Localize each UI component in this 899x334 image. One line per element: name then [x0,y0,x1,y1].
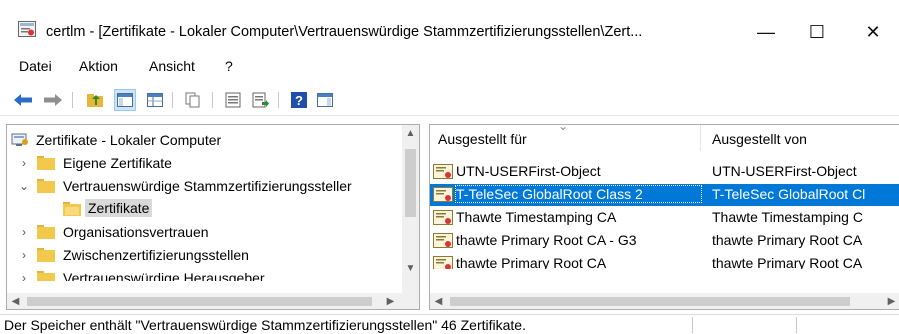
status-divider [796,317,797,333]
folder-icon [37,156,55,170]
tree-root[interactable]: Zertifikate - Lokaler Computer [7,129,401,152]
scroll-left-arrow-icon[interactable]: ◀ [7,293,24,309]
menu-ansicht[interactable]: Ansicht [149,58,195,74]
tree-item-label: Vertrauenswürdige Stammzertifizierungsst… [63,178,352,194]
certlm-app-icon [18,21,36,37]
window-title: certlm - [Zertifikate - Lokaler Computer… [46,24,643,40]
folder-icon [37,225,55,239]
minimize-button[interactable]: — [743,10,789,54]
cell-issued-to: thawte Primary Root CA - G3 [456,232,637,248]
table-row[interactable]: UTN-USERFirst-Object UTN-USERFirst-Objec… [430,161,899,183]
show-hide-tree-icon[interactable] [114,89,136,111]
tree-item-stammzertifizierungsstellen[interactable]: ⌄ Vertrauenswürdige Stammzertifizierungs… [7,175,401,198]
table-row[interactable]: thawte Primary Root CA - G3 thawte Prima… [430,230,899,252]
chevron-right-icon[interactable]: › [18,271,30,281]
tree-item-zertifikate[interactable]: Zertifikate [7,198,401,221]
certificate-icon [433,256,453,269]
list-horizontal-scrollbar[interactable]: ◀ ▶ [430,293,899,309]
column-header-ausgestellt-fuer[interactable]: Ausgestellt für ⌄ [430,125,701,151]
cell-issued-by: T-TeleSec GlobalRoot Cl [712,186,866,202]
status-bar: Der Speicher enthält "Vertrauenswürdige … [0,314,899,334]
certificate-icon [433,164,453,179]
menu-datei[interactable]: Datei [19,58,52,74]
console-tree-pane[interactable]: Zertifikate - Lokaler Computer › Eigene … [6,124,420,310]
tree-item-herausgeber[interactable]: › Vertrauenswürdige Herausgeber [7,267,401,281]
tree-item-label: Organisationsvertrauen [63,224,209,240]
tree-horizontal-scrollbar[interactable]: ◀ ▶ [7,293,402,309]
action-pane-icon[interactable] [314,89,336,111]
help-icon[interactable]: ? [288,89,310,111]
cell-issued-by: Thawte Timestamping C [712,209,863,225]
open-folder-icon [63,202,81,216]
certificate-icon [433,187,453,202]
title-bar[interactable]: certlm - [Zertifikate - Lokaler Computer… [0,0,899,54]
cell-issued-to: thawte Primary Root CA [456,255,607,269]
cell-issued-by: thawte Primary Root CA [712,232,863,248]
computer-certificates-icon [11,133,28,146]
sort-indicator-icon: ⌄ [558,124,569,133]
tree-vertical-scrollbar[interactable]: ▲ ▼ [402,125,419,293]
menu-bar: Datei Aktion Ansicht ? [0,56,899,80]
scroll-right-arrow-icon[interactable]: ▶ [883,293,899,309]
scroll-up-arrow-icon[interactable]: ▲ [402,125,419,142]
chevron-right-icon[interactable]: › [18,248,30,262]
tree-item-label: Eigene Zertifikate [63,155,172,171]
up-folder-icon[interactable] [84,89,106,111]
cell-issued-by: UTN-USERFirst-Object [712,163,857,179]
scroll-down-arrow-icon[interactable]: ▼ [402,260,419,277]
scroll-right-arrow-icon[interactable]: ▶ [382,293,399,309]
scroll-thumb[interactable] [405,149,416,217]
status-divider [692,317,693,333]
chevron-right-icon[interactable]: › [18,156,30,170]
table-row[interactable]: Thawte Timestamping CA Thawte Timestampi… [430,207,899,229]
tree-root-label: Zertifikate - Lokaler Computer [36,132,222,148]
cell-issued-to: Thawte Timestamping CA [456,209,617,225]
folder-icon [37,179,55,193]
certificate-list-pane[interactable]: Ausgestellt für ⌄ Ausgestellt von UTN-US… [429,124,899,310]
cell-issued-by: thawte Primary Root CA [712,255,863,269]
toolbar: ? [0,84,899,116]
back-arrow-icon[interactable] [12,89,34,111]
certificate-icon [433,210,453,225]
forward-arrow-icon[interactable] [42,89,64,111]
tree-item-label: Zwischenzertifizierungsstellen [63,247,249,263]
properties-icon[interactable] [222,89,244,111]
tree-item-label: Vertrauenswürdige Herausgeber [63,270,265,281]
scroll-thumb[interactable] [450,297,850,306]
chevron-right-icon[interactable]: › [18,225,30,239]
table-row[interactable]: thawte Primary Root CA thawte Primary Ro… [430,253,899,269]
copy-icon[interactable] [182,89,204,111]
status-text: Der Speicher enthält "Vertrauenswürdige … [4,317,526,333]
cell-issued-to: T-TeleSec GlobalRoot Class 2 [455,185,702,203]
scroll-left-arrow-icon[interactable]: ◀ [430,293,447,309]
svg-text:?: ? [295,93,303,108]
scroll-thumb[interactable] [27,297,372,306]
folder-icon [37,271,55,281]
menu-help[interactable]: ? [225,58,233,74]
export-list-icon[interactable] [250,89,272,111]
chevron-down-icon[interactable]: ⌄ [18,179,30,193]
cell-issued-to: UTN-USERFirst-Object [456,163,601,179]
column-header-ausgestellt-von[interactable]: Ausgestellt von [702,125,899,151]
menu-aktion[interactable]: Aktion [79,58,118,74]
close-button[interactable]: ✕ [850,10,896,54]
tree-item-label-selected: Zertifikate [85,199,153,217]
certificate-icon [433,233,453,248]
table-view-icon[interactable] [144,89,166,111]
scroll-corner [402,293,419,309]
tree-item-zwischenzertifizierungsstellen[interactable]: › Zwischenzertifizierungsstellen [7,244,401,267]
maximize-button[interactable]: ☐ [794,10,840,54]
tree-item-organisationsvertrauen[interactable]: › Organisationsvertrauen [7,221,401,244]
tree-item-eigene-zertifikate[interactable]: › Eigene Zertifikate [7,152,401,175]
folder-icon [37,248,55,262]
table-row-selected[interactable]: T-TeleSec GlobalRoot Class 2 T-TeleSec G… [430,184,899,206]
